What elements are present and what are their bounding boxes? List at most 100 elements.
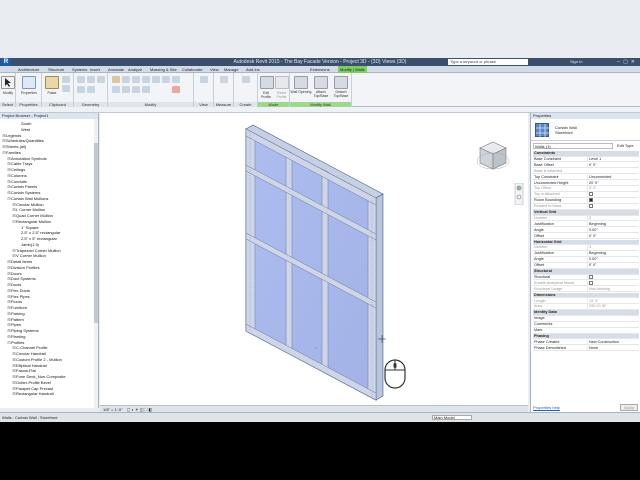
align-icon[interactable]: [112, 76, 120, 83]
property-row[interactable]: Phase Demolished None: [533, 345, 639, 352]
tree-item[interactable]: ⊞Division Profiles: [0, 265, 39, 270]
join-icon[interactable]: [97, 76, 105, 83]
tree-item[interactable]: ⊟Profiles: [0, 340, 24, 345]
property-row[interactable]: Enable Analytical Model: [533, 280, 639, 287]
tree-item[interactable]: ⊞Legends: [0, 133, 21, 138]
property-value[interactable]: 3: [587, 215, 637, 222]
cut-geometry-icon[interactable]: [87, 76, 95, 83]
tree-item[interactable]: ⊞Elliptical Handrail: [0, 363, 46, 368]
property-row[interactable]: Offset 0' 0": [533, 263, 639, 269]
property-value[interactable]: New Construction: [587, 339, 637, 346]
property-value[interactable]: 20' 0": [587, 180, 637, 187]
ribbon-tab[interactable]: Modify | Walls: [338, 66, 367, 73]
properties-button[interactable]: Properties: [16, 91, 42, 95]
ribbon-tab[interactable]: Structure: [48, 67, 64, 72]
ribbon-tab[interactable]: Insert: [90, 67, 100, 72]
property-row[interactable]: Offset 0' 0": [533, 233, 639, 240]
reset-profile-button[interactable]: Reset Profile: [273, 91, 290, 99]
tree-item[interactable]: ⊞C-Channel Profile: [0, 345, 47, 350]
tree-item[interactable]: ⊞Cable Trays: [0, 161, 32, 166]
tree-item[interactable]: ⊞Gutter-Profile Bevel: [0, 380, 51, 385]
tree-item[interactable]: ⊞Parapet Cap Precast: [0, 386, 53, 391]
tree-item[interactable]: ⊞Rectangular Handrail: [0, 391, 53, 396]
property-value[interactable]: 0' 0": [587, 233, 637, 240]
modify-arrow-icon[interactable]: [1, 76, 15, 89]
tree-item[interactable]: ⊞Pattern: [0, 317, 24, 322]
property-row[interactable]: Related to Mass: [533, 204, 639, 210]
property-section[interactable]: Vertical Grid: [533, 210, 639, 216]
property-value[interactable]: Unconnected: [587, 174, 637, 181]
tree-item[interactable]: ⊞L Corner Mullion: [0, 207, 45, 212]
copy-icon[interactable]: [62, 85, 70, 92]
ribbon-tab[interactable]: Annotate: [108, 67, 124, 72]
property-value[interactable]: 0.00°: [587, 227, 637, 234]
property-section[interactable]: Constraints: [533, 151, 639, 157]
model-selector[interactable]: Main Model: [432, 415, 472, 420]
tree-item[interactable]: ⊞Fascia-Flat: [0, 368, 35, 373]
property-section[interactable]: Identity Data: [533, 310, 639, 316]
property-value[interactable]: 0' 0": [587, 263, 637, 269]
property-row[interactable]: Unconnected Height 20' 0": [533, 180, 639, 187]
delete-icon[interactable]: [172, 86, 180, 93]
tree-item[interactable]: 1" Square: [0, 225, 39, 230]
tree-item[interactable]: ⊞Floors: [0, 299, 22, 304]
tree-item[interactable]: ⊞Flex Pipes: [0, 294, 29, 299]
tree-item[interactable]: ⊞Schedules/Quantities: [0, 138, 44, 143]
ribbon-tab[interactable]: Massing & Site: [150, 67, 177, 72]
tree-item[interactable]: ⊞Circular Mullion: [0, 202, 43, 207]
property-value[interactable]: Level 1: [587, 156, 637, 163]
attach-top-base-icon[interactable]: [314, 76, 328, 89]
tree-item[interactable]: ⊞Flex Ducts: [0, 288, 30, 293]
reset-profile-icon[interactable]: [275, 76, 289, 89]
property-row[interactable]: Top Offset 0' 0": [533, 186, 639, 192]
drawing-canvas[interactable]: ⇔: [100, 113, 528, 408]
tree-item[interactable]: ⊞V Corner Mullion: [0, 253, 45, 258]
detach-top-base-icon[interactable]: [334, 76, 348, 89]
wall-opening-button[interactable]: Wall Opening: [290, 90, 312, 94]
mirror-icon[interactable]: [132, 76, 140, 83]
wall-opening-icon[interactable]: [294, 76, 308, 89]
property-checkbox[interactable]: [589, 280, 593, 285]
tree-item[interactable]: ⊞Ceilings: [0, 167, 25, 172]
tree-item[interactable]: ⊞Circular Handrail: [0, 351, 45, 356]
paste-icon[interactable]: [45, 76, 59, 89]
tree-item[interactable]: ⊞Detail Items: [0, 259, 32, 264]
property-row[interactable]: Angle 0.00°: [533, 227, 639, 234]
tree-item[interactable]: 2.5" x 5" rectangular: [0, 236, 57, 241]
ribbon-tab[interactable]: Manage: [224, 67, 238, 72]
navigation-bar[interactable]: [514, 182, 524, 206]
cut-icon[interactable]: [62, 76, 70, 83]
tree-item[interactable]: ⊟Rectangular Mullion: [0, 219, 51, 224]
property-row[interactable]: Top is Attached: [533, 192, 639, 198]
tree-item[interactable]: South: [0, 121, 31, 126]
tree-item[interactable]: ⊟Families: [0, 150, 21, 155]
tree-item[interactable]: Jamb(1.5): [0, 242, 39, 247]
instance-filter-dropdown[interactable]: Walls (1): [533, 143, 613, 149]
paint-icon[interactable]: [77, 86, 85, 93]
hide-in-view-icon[interactable]: [200, 76, 208, 83]
property-section[interactable]: Horizontal Grid: [533, 239, 639, 246]
ribbon-tab[interactable]: Architecture: [18, 67, 39, 72]
property-row[interactable]: Justification Beginning: [533, 251, 639, 257]
edit-profile-button[interactable]: Edit Profile: [258, 91, 274, 99]
ribbon-tab[interactable]: Collaborate: [182, 67, 202, 72]
property-value[interactable]: 0' 0": [587, 162, 637, 169]
property-checkbox[interactable]: [589, 192, 593, 197]
property-row[interactable]: Number 3: [533, 215, 639, 222]
property-row[interactable]: Base Constraint Level 1: [533, 156, 639, 163]
split-icon[interactable]: [112, 86, 120, 93]
property-row[interactable]: Mark: [533, 328, 639, 334]
create-assembly-icon[interactable]: [242, 76, 250, 83]
paste-button[interactable]: Paste: [42, 91, 62, 95]
property-value[interactable]: Beginning: [587, 221, 637, 228]
property-section[interactable]: Phasing: [533, 333, 639, 340]
property-row[interactable]: Top Constraint Unconnected: [533, 174, 639, 181]
sign-in-link[interactable]: Sign In: [570, 59, 582, 64]
property-value[interactable]: 290.00 SF: [587, 304, 637, 310]
tree-item[interactable]: ⊞Furniture: [0, 305, 27, 310]
tree-item[interactable]: ⊞Curtain Systems: [0, 190, 40, 195]
property-row[interactable]: Length 15' 0": [533, 298, 639, 305]
tree-item[interactable]: ⊞Form Deck_Non-Composite: [0, 374, 65, 379]
scale-icon[interactable]: [132, 86, 140, 93]
browser-scroll-thumb[interactable]: [94, 143, 98, 323]
